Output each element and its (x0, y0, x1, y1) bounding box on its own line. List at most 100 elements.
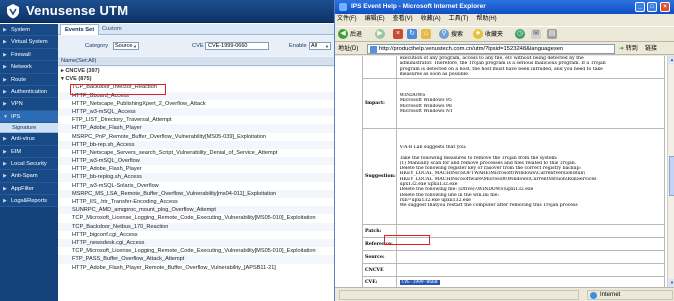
field-line: We suggest thatyou restart the computer … (399, 203, 578, 209)
tree-group[interactable]: ▸ CNCVE (397) (58, 67, 334, 75)
field-label: CNCVE (362, 263, 397, 278)
sidebar-item-route[interactable]: ▶ Route (0, 73, 58, 86)
sidebar-item-anti-spam[interactable]: ▶ Anti-Spam (0, 170, 58, 183)
scroll-down-icon[interactable]: ▼ (668, 279, 674, 287)
scrollbar-thumb[interactable] (669, 156, 674, 196)
cve-search-input[interactable]: CVE-1999-0660 (205, 42, 269, 50)
table-row: Impact: WINDOWS Microsoft Windows 95 Micros… (362, 78, 666, 130)
home-button[interactable]: ⌂ (421, 29, 433, 41)
menu-item[interactable]: 编辑(E) (365, 16, 385, 22)
enable-select-value: All (311, 43, 318, 49)
field-line (400, 229, 661, 234)
list-item[interactable]: HTTP_w3-mSQL_Access (58, 107, 334, 117)
sidebar-item-system[interactable]: ▶ System (0, 24, 58, 37)
list-item[interactable]: HTTP_newsdesk.cgi_Access (58, 238, 334, 248)
sidebar-item-virtual-system[interactable]: ▶ Virtual System (0, 36, 58, 49)
sidebar-nav: ▶ System ▶ Virtual System ▶ Firewall ▶ Network ▶… (0, 24, 58, 301)
mail-icon: ✉ (531, 29, 541, 40)
menu-item[interactable]: 文件(F) (337, 16, 357, 22)
sidebar-item-vpn[interactable]: ▶ VPN (0, 98, 58, 111)
stop-button[interactable]: × (393, 29, 405, 41)
sidebar-item-authentication[interactable]: ▶ Authentication (0, 85, 58, 99)
address-input[interactable]: http://producthelp.venustech.com.cn/utm/… (367, 44, 615, 54)
sidebar-item-appfilter[interactable]: ▶ AppFilter (0, 182, 58, 196)
list-item[interactable]: HTTP_bb-rep.sh_Access (58, 140, 334, 149)
venusense-logo-icon (7, 4, 19, 19)
chevron-right-icon: ▶ (3, 160, 7, 167)
history-button[interactable]: ◷ (515, 29, 527, 41)
list-item[interactable]: HTTP_IIS_.htr_Transfer-Encoding_Access (58, 198, 334, 206)
sidebar-item-anti-virus[interactable]: ▶ Anti-virus (0, 133, 58, 146)
close-button[interactable]: × (660, 2, 670, 12)
enable-select[interactable]: All ▼ (309, 42, 331, 50)
utm-header: Venusense UTM (0, 0, 334, 23)
maximize-button[interactable]: □ (647, 2, 657, 12)
refresh-button[interactable]: ↻ (407, 29, 419, 41)
favorites-button[interactable]: ★ 收藏夹 (473, 29, 503, 41)
links-button[interactable]: 链接 (645, 44, 657, 54)
sidebar-item-network[interactable]: ▶ Network (0, 61, 58, 74)
list-item[interactable]: TCP_Backdoor_Netbus_170_Reaction (58, 222, 334, 231)
mail-button[interactable]: ✉ (531, 29, 543, 41)
highlight-box (384, 235, 430, 245)
chevron-right-icon: ▶ (3, 198, 7, 205)
category-select[interactable]: Source ▼ (113, 42, 139, 50)
minimize-button[interactable]: _ (635, 2, 645, 12)
print-button[interactable]: ▤ (547, 29, 559, 41)
field-line (400, 268, 661, 273)
forward-button[interactable]: ▶ (375, 29, 387, 41)
sidebar-item-firewall[interactable]: ▶ Firewall (0, 48, 58, 62)
list-item[interactable]: MSRPC_MS_LSA_Remote_Buffer_Overflow_Vuln… (58, 189, 334, 198)
stop-icon: × (393, 29, 403, 40)
refresh-icon: ↻ (407, 29, 417, 40)
sidebar-item-label: VPN (11, 101, 23, 108)
sidebar-item-eim[interactable]: ▶ EIM (0, 145, 58, 158)
filter-bar: Category Source ▼ CVE CVE-1999-0660 Enab… (58, 36, 334, 56)
list-item[interactable]: HTTP_bb-replog.sh_Access (58, 173, 334, 182)
menu-item[interactable]: 工具(T) (449, 16, 469, 22)
chevron-right-icon: ▶ (3, 39, 7, 46)
tab-custom[interactable]: Custom (98, 24, 126, 35)
tree-group-label: CNCVE (397) (65, 68, 100, 74)
list-item[interactable]: HTTP_Adobe_Flash_Player_Remote_Buffer_Ov… (58, 264, 334, 272)
list-item[interactable]: SUNRPC_AMD_amqproc_mount_plog_Overflow_A… (58, 206, 334, 215)
sidebar-item-local-security[interactable]: ▶ Local Security (0, 157, 58, 171)
list-item[interactable]: HTTP_Netscape_Servers_search_Script_Vuln… (58, 149, 334, 157)
history-icon: ◷ (515, 29, 525, 40)
chevron-right-icon: ▶ (3, 101, 7, 108)
list-item[interactable]: HTTP_w3-mSQL_Overflow (58, 157, 334, 166)
sidebar-item-label: System (11, 27, 30, 33)
menu-item[interactable]: 查看(V) (393, 16, 413, 22)
back-button[interactable]: ◀ 后退 (338, 29, 362, 41)
sidebar-item-ips[interactable]: ▼ IPS (0, 110, 58, 124)
sidebar-item-logs-reports[interactable]: ▶ Logs&Reports (0, 195, 58, 208)
list-item[interactable]: HTTP_bigconf.cgi_Access (58, 231, 334, 239)
list-item[interactable]: HTTP_Adobe_Flash_Player (58, 124, 334, 133)
tab-events-set[interactable]: Events Set (60, 24, 100, 35)
list-item[interactable]: TCP_Microsoft_License_Logging_Remote_Cod… (58, 214, 334, 222)
list-item[interactable]: HTTP_Adobe_Flash_Player (58, 165, 334, 173)
tree-group[interactable]: ▾ CVE (875) (58, 75, 334, 83)
list-item[interactable]: HTTP_Netscape_PublishingXpert_2_Overflow… (58, 100, 334, 108)
sidebar-item-signature[interactable]: Signature (0, 123, 58, 134)
menu-item[interactable]: 帮助(H) (476, 16, 496, 22)
search-button[interactable]: ⚲ 搜索 (439, 29, 463, 41)
menu-item[interactable]: 收藏(A) (421, 16, 441, 22)
list-item[interactable]: TCP_Backdoor_Infector_Reaction (58, 83, 334, 91)
chevron-right-icon: ▶ (3, 136, 7, 143)
list-item[interactable]: TCP_Microsoft_License_Logging_Remote_Cod… (58, 247, 334, 255)
chevron-right-icon: ▶ (3, 88, 7, 95)
chevron-right-icon: ▶ (3, 148, 7, 155)
category-select-value: Source (115, 43, 133, 49)
vertical-scrollbar[interactable]: ▲ ▼ (667, 56, 674, 287)
list-item[interactable]: FTP_LIST_Directory_Traversal_Attempt (58, 116, 334, 124)
sidebar-item-label: Network (11, 64, 32, 71)
list-item[interactable]: HTTP_Bboard_Access (58, 91, 334, 100)
sidebar-item-label: Logs&Reports (11, 198, 48, 205)
list-item[interactable]: MSRPC_PnP_Remote_Buffer_Overflow_Vulnera… (58, 133, 334, 141)
go-button[interactable]: ➜ 转到 (619, 44, 638, 54)
scroll-up-icon[interactable]: ▲ (668, 56, 674, 64)
list-item[interactable]: FTP_PASS_Buffer_Overflow_Attack_Attempt (58, 255, 334, 264)
tree-group-label: CVE (875) (65, 76, 92, 83)
list-item[interactable]: HTTP_w3-mSQL-Solaris_Overflow (58, 182, 334, 190)
